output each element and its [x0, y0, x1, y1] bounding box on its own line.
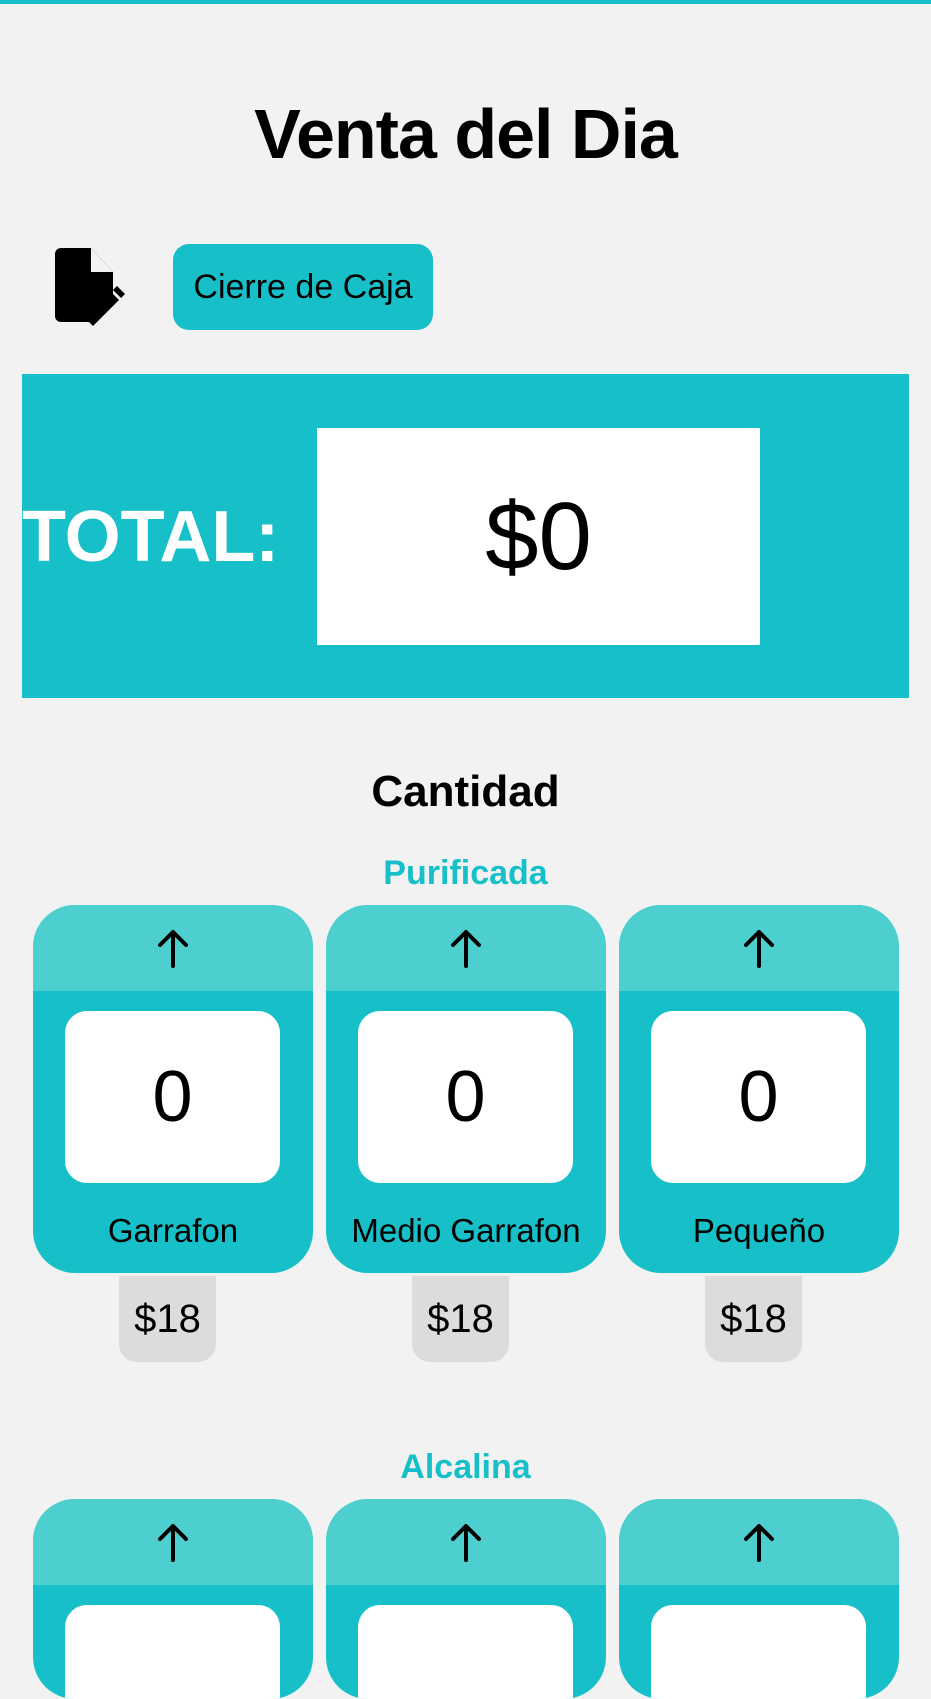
- product-card: [33, 1499, 313, 1699]
- product-name: Garrafon: [107, 1212, 239, 1249]
- arrow-up-icon: [158, 930, 188, 968]
- cierre-de-caja-button[interactable]: Cierre de Caja: [173, 244, 433, 330]
- product-card: [619, 1499, 899, 1699]
- group-title-alcalina: Alcalina: [400, 1448, 531, 1486]
- total-label: TOTAL:: [22, 497, 280, 577]
- product-card-pequeno: 0 Pequeño: [619, 905, 899, 1273]
- product-card-medio-garrafon: 0 Medio Garrafon: [326, 905, 606, 1273]
- product-name: Medio Garrafon: [351, 1212, 581, 1249]
- increment-button[interactable]: [326, 905, 606, 991]
- quantity-input[interactable]: [65, 1605, 280, 1699]
- quantity-input[interactable]: 0: [65, 1011, 280, 1183]
- total-value: $0: [317, 428, 760, 645]
- arrow-up-icon: [744, 930, 774, 968]
- increment-button[interactable]: [33, 905, 313, 991]
- increment-button[interactable]: [326, 1499, 606, 1585]
- total-panel: TOTAL: $0: [22, 374, 909, 698]
- price-badge: $18: [412, 1276, 509, 1362]
- price-badge: $18: [119, 1276, 216, 1362]
- group-title-purificada: Purificada: [383, 854, 548, 892]
- price-badge: $18: [705, 1276, 802, 1362]
- product-name: Pequeño: [692, 1212, 826, 1249]
- arrow-up-icon: [158, 1524, 188, 1562]
- page-title: Venta del Dia: [254, 95, 678, 173]
- product-card-garrafon: 0 Garrafon: [33, 905, 313, 1273]
- arrow-up-icon: [744, 1524, 774, 1562]
- quantity-input[interactable]: [358, 1605, 573, 1699]
- quantity-heading: Cantidad: [371, 767, 560, 816]
- increment-button[interactable]: [619, 1499, 899, 1585]
- edit-document-icon[interactable]: [55, 248, 125, 326]
- arrow-up-icon: [451, 1524, 481, 1562]
- arrow-up-icon: [451, 930, 481, 968]
- quantity-input[interactable]: 0: [358, 1011, 573, 1183]
- quantity-input[interactable]: 0: [651, 1011, 866, 1183]
- product-card: [326, 1499, 606, 1699]
- increment-button[interactable]: [619, 905, 899, 991]
- increment-button[interactable]: [33, 1499, 313, 1585]
- top-accent-line: [0, 0, 931, 4]
- quantity-input[interactable]: [651, 1605, 866, 1699]
